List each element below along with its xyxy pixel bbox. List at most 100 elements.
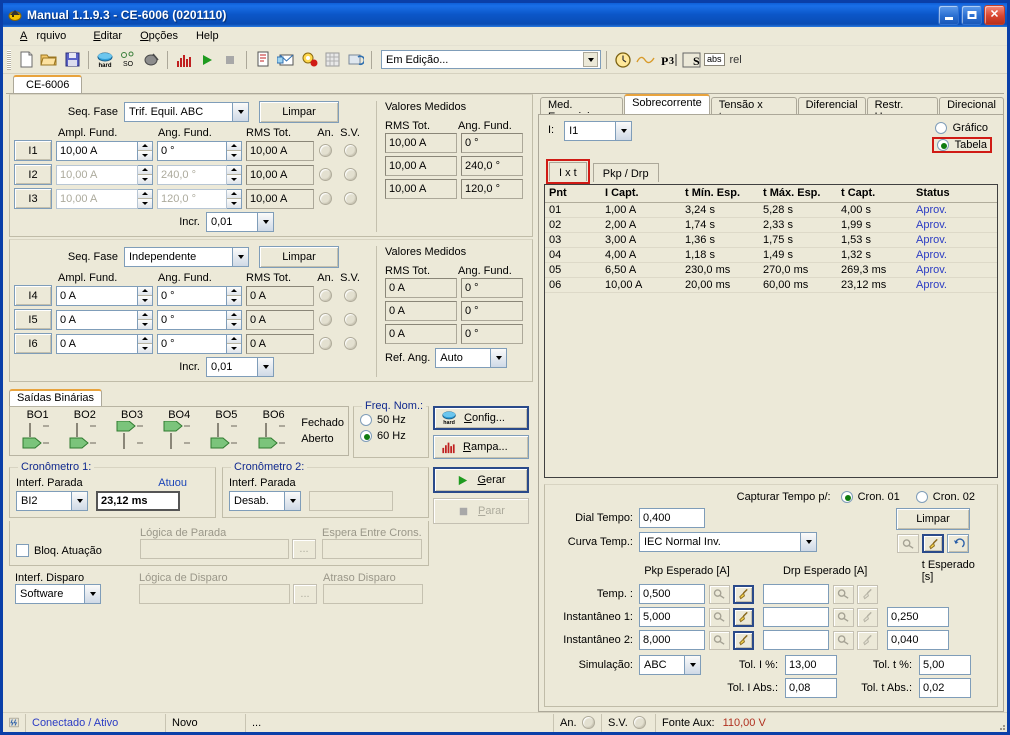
- clock-icon[interactable]: [612, 49, 634, 71]
- freq-radio-60[interactable]: [360, 430, 372, 442]
- p3-icon[interactable]: P3: [658, 49, 680, 71]
- capture-option-cron01[interactable]: Cron. 01: [840, 491, 900, 503]
- table-row[interactable]: 03 3,00 A 1,36 s 1,75 s 1,53 s Aprov.: [545, 232, 997, 248]
- maximize-button[interactable]: [961, 5, 982, 25]
- menu-item-editar[interactable]: Editar: [84, 28, 131, 44]
- subtab-i-x-t[interactable]: I x t: [549, 162, 587, 181]
- binary-output-bo4[interactable]: BO4: [156, 409, 203, 454]
- play-icon[interactable]: [196, 49, 218, 71]
- tab-diferencial[interactable]: Diferencial: [797, 97, 866, 114]
- subtab-pkp-drp[interactable]: Pkp / Drp: [592, 163, 659, 182]
- resize-grip[interactable]: [993, 718, 1007, 732]
- table-row[interactable]: 04 4,00 A 1,18 s 1,49 s 1,32 s Aprov.: [545, 247, 997, 263]
- inst2-pkp-broom-button[interactable]: [733, 630, 754, 650]
- view-option-grafico[interactable]: Gráfico: [932, 121, 991, 135]
- chevron-down-icon[interactable]: [284, 492, 300, 510]
- ang-spinner-i4[interactable]: [227, 285, 242, 306]
- tol-i-pct-input[interactable]: 13,00: [785, 655, 837, 675]
- tol-i-abs-input[interactable]: 0,08: [785, 678, 837, 698]
- tol-t-abs-input[interactable]: 0,02: [919, 678, 971, 698]
- channel-button-i6[interactable]: I6: [14, 333, 52, 354]
- dial-tempo-input[interactable]: 0,400: [639, 508, 705, 528]
- ampl-input-i6[interactable]: 0 A: [56, 333, 138, 354]
- tabela-radio[interactable]: [936, 139, 949, 151]
- close-button[interactable]: ✕: [984, 5, 1005, 25]
- view-option-tabela[interactable]: Tabela: [931, 137, 992, 153]
- ang-input-i5[interactable]: 0 °: [157, 309, 227, 330]
- binary-output-bo2[interactable]: BO2: [61, 409, 108, 454]
- tol-t-pct-input[interactable]: 5,00: [919, 655, 971, 675]
- tab-direcional[interactable]: Direcional: [939, 97, 1004, 114]
- channel-button-i4[interactable]: I4: [14, 285, 52, 306]
- current-select[interactable]: I1: [564, 121, 633, 141]
- cron02-radio[interactable]: [915, 491, 928, 503]
- capture-option-cron02[interactable]: Cron. 02: [915, 491, 975, 503]
- ang-input-i6[interactable]: 0 °: [157, 333, 227, 354]
- sine-wave-icon[interactable]: [635, 49, 657, 71]
- ampl-input-i4[interactable]: 0 A: [56, 285, 138, 306]
- chevron-down-icon[interactable]: [257, 213, 273, 231]
- antenna-icon[interactable]: [140, 49, 162, 71]
- hardware-icon[interactable]: hard: [94, 49, 116, 71]
- grafico-radio[interactable]: [934, 122, 947, 134]
- bloq-atuacao-checkbox[interactable]: [16, 544, 29, 557]
- limpar-button-right[interactable]: Limpar: [896, 508, 970, 530]
- temp-drp-input[interactable]: [763, 584, 829, 604]
- abs-button[interactable]: abs: [704, 53, 725, 66]
- tab-med-especiais[interactable]: Med. Especiais: [540, 97, 624, 123]
- trigger-interf-select[interactable]: Software: [15, 584, 101, 604]
- minimize-button[interactable]: [938, 5, 959, 25]
- refresh-icon[interactable]: [344, 49, 366, 71]
- incr-select-2[interactable]: 0,01: [206, 357, 274, 377]
- ampl-input-i1[interactable]: 10,00 A: [56, 140, 138, 161]
- inst1-t-input[interactable]: 0,250: [887, 607, 949, 627]
- open-folder-icon[interactable]: [38, 49, 60, 71]
- binary-output-bo3[interactable]: BO3: [108, 409, 155, 454]
- tab-ce-6006[interactable]: CE-6006: [13, 75, 83, 93]
- ref-ang-select[interactable]: Auto: [435, 348, 508, 368]
- inst2-pkp-input[interactable]: 8,000: [639, 630, 705, 650]
- undo-icon-button[interactable]: [947, 534, 969, 553]
- chrono2-interf-select[interactable]: Desab.: [229, 491, 301, 511]
- ang-spinner-i5[interactable]: [227, 309, 242, 330]
- seq-fase-select-1[interactable]: Trif. Equil. ABC: [124, 102, 249, 122]
- temp-pkp-input[interactable]: 0,500: [639, 584, 705, 604]
- chevron-down-icon[interactable]: [684, 656, 700, 674]
- ampl-spinner-i1[interactable]: [138, 140, 153, 161]
- toolbar-grip[interactable]: [7, 49, 11, 70]
- ang-input-i4[interactable]: 0 °: [157, 285, 227, 306]
- channel-button-i1[interactable]: I1: [14, 140, 52, 161]
- ampl-spinner-i4[interactable]: [138, 285, 153, 306]
- ampl-spinner-i6[interactable]: [138, 333, 153, 354]
- inst1-drp-input[interactable]: [763, 607, 829, 627]
- channel-button-i3[interactable]: I3: [14, 188, 52, 209]
- matrix-icon[interactable]: [321, 49, 343, 71]
- so-network-icon[interactable]: SO: [117, 49, 139, 71]
- tab-tensao-x-tempo[interactable]: Tensão x tempo: [710, 97, 797, 123]
- rampa-button[interactable]: Rampa...: [433, 435, 529, 459]
- binary-output-bo5[interactable]: BO5: [203, 409, 250, 454]
- freq-radio-50[interactable]: [360, 414, 372, 426]
- temp-pkp-broom-button[interactable]: [733, 584, 754, 604]
- settings-alert-icon[interactable]: [298, 49, 320, 71]
- curva-temp-select[interactable]: IEC Normal Inv.: [639, 532, 817, 552]
- chevron-down-icon[interactable]: [490, 349, 507, 367]
- tab-saidas-binarias[interactable]: Saídas Binárias: [9, 389, 103, 406]
- menu-item-opcoes[interactable]: Opções: [131, 28, 187, 44]
- s-icon[interactable]: S: [681, 49, 703, 71]
- edit-status-combo[interactable]: Em Edição...: [381, 50, 601, 69]
- inst1-pkp-broom-button[interactable]: [733, 607, 754, 627]
- chevron-down-icon[interactable]: [583, 52, 598, 67]
- seq-fase-select-2[interactable]: Independente: [124, 247, 249, 267]
- chrono1-interf-select[interactable]: BI2: [16, 491, 88, 511]
- simulacao-select[interactable]: ABC: [639, 655, 701, 675]
- inst1-pkp-input[interactable]: 5,000: [639, 607, 705, 627]
- results-table-container[interactable]: Pnt I Capt. t Mín. Esp. t Máx. Esp. t Ca…: [544, 184, 998, 478]
- ang-spinner-i6[interactable]: [227, 333, 242, 354]
- broom-icon-button[interactable]: [922, 534, 944, 553]
- menu-item-help[interactable]: Help: [187, 28, 228, 44]
- chevron-down-icon[interactable]: [257, 358, 273, 376]
- menu-item-arquivo[interactable]: Arquivo: [11, 28, 84, 44]
- inst2-drp-input[interactable]: [763, 630, 829, 650]
- cron01-radio[interactable]: [840, 491, 853, 503]
